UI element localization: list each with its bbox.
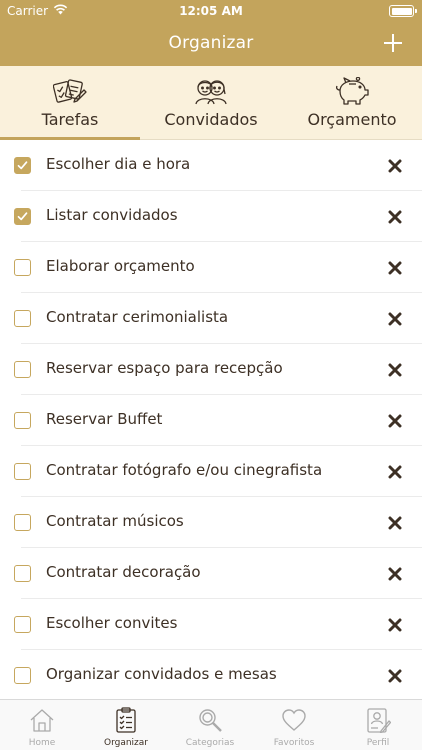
delete-task-button[interactable] [388,209,402,224]
task-checkbox[interactable] [14,616,31,633]
tabbar-perfil[interactable]: Perfil [336,700,420,750]
tab-orcamento[interactable]: Orçamento [282,66,422,140]
clipboard-icon [116,707,136,733]
tabbar-favoritos[interactable]: Favoritos [252,700,336,750]
checkmark-icon [17,161,28,170]
delete-task-button[interactable] [388,515,402,530]
tab-convidados[interactable]: Convidados [141,66,281,140]
tabbar-categorias[interactable]: Categorias [168,700,252,750]
task-row[interactable]: Reservar espaço para recepção [0,344,422,395]
tab-tarefas[interactable]: Tarefas [0,66,140,140]
close-icon [388,363,402,377]
close-icon [388,159,402,173]
task-label: Contratar decoração [46,563,201,581]
delete-task-button[interactable] [388,566,402,581]
add-button[interactable] [383,33,403,53]
tabbar-label-organizar: Organizar [104,738,148,748]
task-label: Contratar cerimonialista [46,308,229,326]
task-checkbox[interactable] [14,157,31,174]
task-row[interactable]: Listar convidados [0,191,422,242]
close-icon [388,669,402,683]
bottom-tab-bar: Home Organizar Categorias Favoritos Perf… [0,699,422,750]
task-row[interactable]: Elaborar orçamento [0,242,422,293]
task-checkbox[interactable] [14,208,31,225]
close-icon [388,261,402,275]
task-row[interactable]: Escolher convites [0,599,422,650]
close-icon [388,210,402,224]
tabbar-organizar[interactable]: Organizar [84,700,168,750]
battery-icon [389,5,417,17]
heart-icon [282,709,306,731]
task-checkbox[interactable] [14,667,31,684]
profile-icon [367,708,391,733]
task-checkbox[interactable] [14,412,31,429]
home-icon [30,709,54,732]
task-row[interactable]: Escolher dia e hora [0,140,422,191]
close-icon [388,516,402,530]
page-title: Organizar [168,33,254,53]
task-row[interactable]: Reservar Buffet [0,395,422,446]
close-icon [388,618,402,632]
task-label: Reservar Buffet [46,410,163,428]
task-checkbox[interactable] [14,514,31,531]
close-icon [388,465,402,479]
task-label: Reservar espaço para recepção [46,359,283,377]
task-list: Escolher dia e hora Listar convidados Elab… [0,140,422,701]
delete-task-button[interactable] [388,464,402,479]
task-label: Escolher convites [46,614,178,632]
delete-task-button[interactable] [388,260,402,275]
delete-task-button[interactable] [388,158,402,173]
close-icon [388,567,402,581]
delete-task-button[interactable] [388,311,402,326]
task-checkbox[interactable] [14,463,31,480]
close-icon [388,414,402,428]
task-label: Listar convidados [46,206,178,224]
task-row[interactable]: Organizar convidados e mesas [0,650,422,701]
status-bar: Carrier 12:05 AM [0,0,422,22]
segment-tabs: Tarefas Convidados Orçamento [0,66,422,140]
task-row[interactable]: Contratar decoração [0,548,422,599]
task-label: Elaborar orçamento [46,257,195,275]
plus-icon [384,34,402,52]
task-checkbox[interactable] [14,361,31,378]
search-icon [199,709,222,732]
task-row[interactable]: Contratar fotógrafo e/ou cinegrafista [0,446,422,497]
task-checkbox[interactable] [14,310,31,327]
task-label: Contratar fotógrafo e/ou cinegrafista [46,461,323,479]
status-time: 12:05 AM [179,4,243,18]
tab-label-convidados: Convidados [164,110,258,129]
tab-label-tarefas: Tarefas [41,110,99,129]
tasks-icon [53,79,87,103]
tabbar-label-home: Home [28,738,56,748]
delete-task-button[interactable] [388,413,402,428]
piggy-bank-icon [335,77,369,105]
tabbar-label-categorias: Categorias [185,738,235,748]
delete-task-button[interactable] [388,668,402,683]
delete-task-button[interactable] [388,362,402,377]
tabbar-home[interactable]: Home [0,700,84,750]
task-label: Escolher dia e hora [46,155,191,173]
tabbar-label-perfil: Perfil [366,738,390,748]
task-label: Organizar convidados e mesas [46,665,277,683]
task-checkbox[interactable] [14,259,31,276]
tabbar-label-favoritos: Favoritos [273,738,315,748]
task-row[interactable]: Contratar músicos [0,497,422,548]
tab-label-orcamento: Orçamento [307,110,397,129]
checkmark-icon [17,212,28,221]
header-bar: Carrier 12:05 AM Organizar [0,0,422,66]
guests-icon [195,80,227,105]
close-icon [388,312,402,326]
delete-task-button[interactable] [388,617,402,632]
task-label: Contratar músicos [46,512,184,530]
task-row[interactable]: Contratar cerimonialista [0,293,422,344]
task-checkbox[interactable] [14,565,31,582]
